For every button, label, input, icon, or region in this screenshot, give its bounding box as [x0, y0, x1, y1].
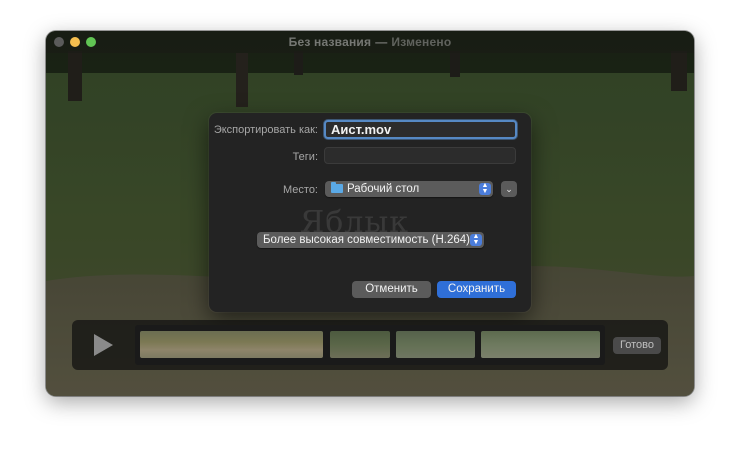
folder-icon	[331, 182, 343, 193]
tags-label: Теги:	[292, 151, 318, 163]
filmstrip-thumbnail	[330, 331, 390, 358]
done-button[interactable]: Готово	[613, 337, 661, 354]
save-button[interactable]: Сохранить	[437, 281, 516, 298]
play-icon[interactable]	[94, 334, 113, 356]
popup-stepper-icon: ▲ ▼	[479, 182, 491, 195]
export-as-label: Экспортировать как:	[213, 124, 318, 136]
filmstrip-thumbnail	[396, 331, 475, 358]
tags-field[interactable]	[324, 147, 516, 164]
window-title-name: Без названия	[288, 35, 372, 49]
window-title-separator: —	[375, 35, 388, 49]
location-popup[interactable]: Рабочий стол ▲ ▼	[325, 181, 493, 197]
location-value: Рабочий стол	[347, 183, 420, 195]
filename-field[interactable]: Аист.mov	[324, 120, 517, 139]
filmstrip-thumbnail	[481, 331, 600, 358]
window-title-status: Изменено	[391, 35, 452, 49]
format-popup[interactable]: Более высокая совместимость (H.264) ▲ ▼	[257, 232, 484, 248]
location-label: Место:	[283, 184, 318, 196]
filmstrip-thumbnail	[140, 331, 323, 358]
window-title: Без названия — Изменено	[46, 35, 694, 49]
chevron-down-icon: ⌄	[505, 184, 513, 194]
popup-stepper-icon: ▲ ▼	[470, 233, 482, 246]
format-value: Более высокая совместимость (H.264)	[263, 234, 470, 246]
title-bar: Без названия — Изменено	[46, 31, 694, 53]
cancel-button[interactable]: Отменить	[352, 281, 431, 298]
expand-dialog-button[interactable]: ⌄	[501, 181, 517, 197]
